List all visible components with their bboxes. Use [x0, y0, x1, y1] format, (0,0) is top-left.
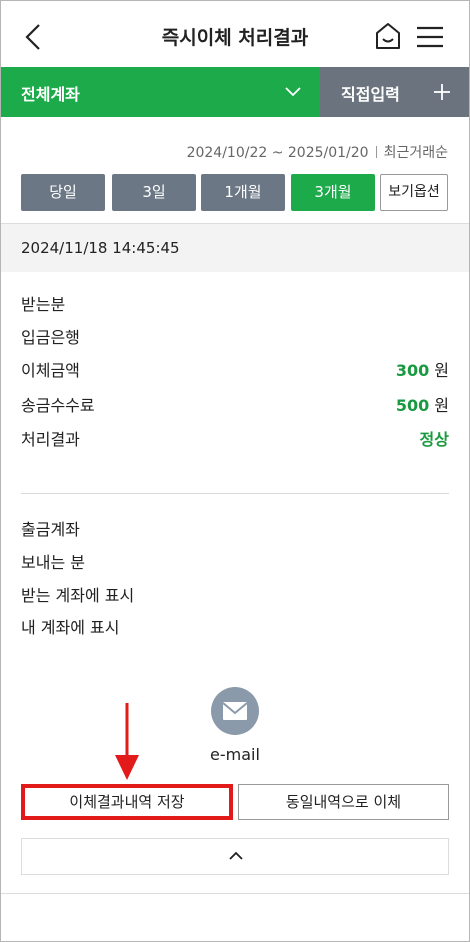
- detail-row-recipient-memo: 받는 계좌에 표시: [21, 582, 449, 606]
- sort-order[interactable]: 최근거래순: [384, 145, 448, 161]
- email-share-button[interactable]: [211, 687, 259, 735]
- view-options-button[interactable]: 보기옵션: [380, 174, 448, 211]
- detail-row-sender: 보내는 분: [21, 549, 449, 573]
- period-button-3months[interactable]: 3개월: [291, 174, 375, 211]
- amount-unit: 원: [434, 361, 449, 380]
- direct-input-label: 직접입력: [341, 85, 400, 104]
- detail-label: 보내는 분: [21, 553, 85, 572]
- fee-value: 500 원: [396, 392, 449, 416]
- detail-row-recipient: 받는분: [21, 291, 449, 315]
- save-transfer-result-button[interactable]: 이체결과내역 저장: [21, 784, 233, 820]
- footer-divider: [1, 893, 469, 894]
- all-accounts-label: 전체계좌: [21, 85, 80, 104]
- period-info: 2024/10/22 ~ 2025/01/20 최근거래순: [187, 142, 448, 162]
- email-label: e-mail: [210, 745, 260, 764]
- direct-input-button[interactable]: 직접입력: [320, 67, 469, 117]
- plus-icon: [434, 84, 450, 100]
- period-button-today[interactable]: 당일: [21, 174, 105, 211]
- amount-number: 300: [395, 361, 430, 380]
- home-icon[interactable]: [373, 21, 403, 51]
- details-separator: [21, 493, 449, 494]
- period-range: 2024/10/22 ~ 2025/01/20: [186, 145, 369, 161]
- detail-label: 송금수수료: [21, 396, 95, 415]
- detail-row-withdraw-account: 출금계좌: [21, 516, 449, 540]
- fee-unit: 원: [434, 396, 449, 415]
- scroll-to-top-button[interactable]: [21, 838, 449, 875]
- detail-label: 내 계좌에 표시: [21, 618, 120, 637]
- chevron-up-icon: [229, 851, 243, 860]
- detail-label: 출금계좌: [21, 520, 80, 539]
- account-bar: 전체계좌 직접입력: [1, 67, 469, 117]
- all-accounts-dropdown[interactable]: 전체계좌: [1, 67, 320, 117]
- detail-row-fee: 송금수수료 500 원: [21, 392, 449, 416]
- period-button-3days[interactable]: 3일: [112, 174, 196, 211]
- detail-row-bank: 입금은행: [21, 324, 449, 348]
- detail-label: 처리결과: [21, 430, 80, 449]
- detail-row-my-memo: 내 계좌에 표시: [21, 614, 449, 638]
- transaction-date-bar: 2024/11/18 14:45:45: [1, 224, 469, 272]
- period-separator: [375, 146, 377, 158]
- period-button-1month[interactable]: 1개월: [201, 174, 285, 211]
- repeat-transfer-button[interactable]: 동일내역으로 이체: [238, 784, 449, 820]
- result-value: 정상: [419, 430, 449, 449]
- detail-row-amount: 이체금액 300 원: [21, 357, 449, 381]
- detail-row-result: 처리결과 정상: [21, 426, 449, 450]
- hamburger-menu-icon[interactable]: [415, 25, 445, 49]
- detail-label: 입금은행: [21, 328, 80, 347]
- fee-number: 500: [395, 396, 430, 415]
- arrow-down-icon: [115, 703, 139, 780]
- header: 즉시이체 처리결과: [1, 1, 469, 67]
- detail-label: 이체금액: [21, 361, 80, 380]
- transaction-datetime: 2024/11/18 14:45:45: [21, 239, 180, 257]
- detail-label: 받는 계좌에 표시: [21, 586, 135, 605]
- mail-icon: [222, 702, 248, 720]
- amount-value: 300 원: [396, 357, 449, 381]
- chevron-down-icon: [285, 87, 301, 97]
- detail-label: 받는분: [21, 295, 66, 314]
